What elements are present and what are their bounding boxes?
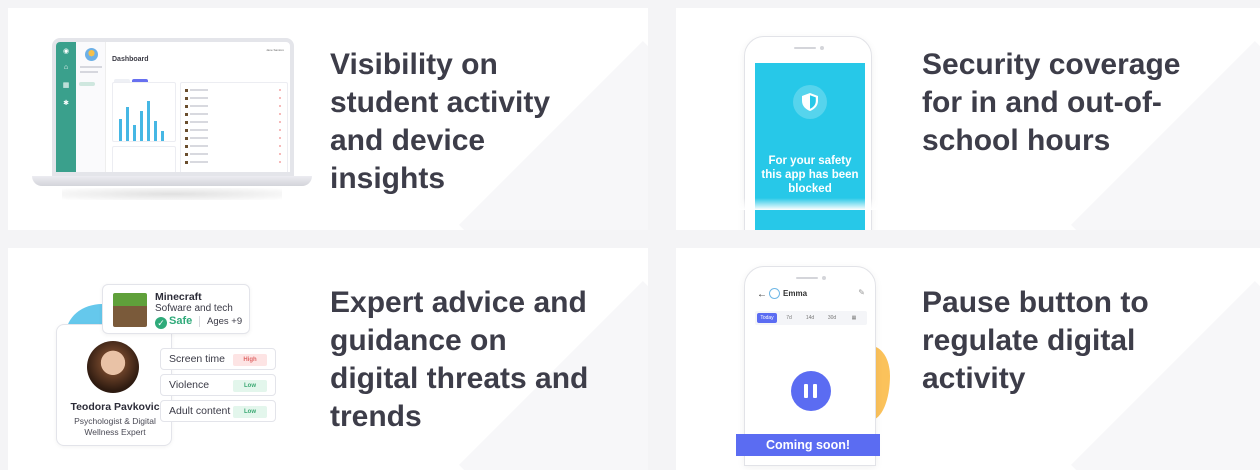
app-row — [185, 105, 281, 108]
categories-panel — [112, 146, 176, 172]
app-row — [185, 97, 281, 100]
divider — [199, 316, 200, 327]
pause-icon — [804, 384, 808, 398]
apps-panel — [180, 82, 288, 172]
rating-label: Adult content — [169, 405, 231, 417]
dashboard-screen: ◉ ⌂ ▦ ✱ Dashboard Jane Santoro — [52, 38, 294, 176]
child-name: Emma — [783, 289, 808, 298]
app-category: Sofware and tech — [155, 303, 233, 314]
back-arrow-icon[interactable]: ← — [757, 289, 767, 300]
tab-30d[interactable]: 30d — [823, 313, 841, 323]
rating-row-screen-time: Screen time High — [160, 348, 276, 370]
tab-7d[interactable]: 7d — [781, 313, 797, 323]
safety-status-label: Safe — [169, 315, 193, 327]
app-row — [185, 113, 281, 116]
rating-badge: Low — [233, 380, 267, 392]
rating-row-violence: Violence Low — [160, 374, 276, 396]
coming-soon-badge: Coming soon! — [736, 434, 880, 456]
safety-status: ✓ Safe — [155, 315, 192, 329]
phone-speaker — [796, 277, 818, 279]
range-tabs: Today 7d 14d 30d ▦ — [755, 311, 867, 325]
expert-role: Psychologist & Digital Wellness Expert — [74, 416, 156, 438]
feature-card-expert: Teodora Pavkovic Psychologist & Digital … — [8, 248, 648, 470]
tab-today[interactable]: Today — [757, 313, 777, 323]
calendar-icon[interactable]: ▦ — [847, 313, 861, 323]
app-row — [185, 89, 281, 92]
chart-bar — [140, 111, 143, 141]
app-name: Minecraft — [155, 291, 202, 303]
sidebar-active-item — [79, 82, 95, 86]
home-icon: ⌂ — [63, 64, 69, 71]
rating-badge: High — [233, 354, 267, 366]
feature-card-visibility: ◉ ⌂ ▦ ✱ Dashboard Jane Santoro Visibilit… — [8, 8, 648, 230]
child-avatar — [769, 288, 780, 299]
expert-photo — [87, 341, 139, 393]
grid-icon: ▦ — [62, 82, 70, 89]
rating-label: Violence — [169, 379, 210, 391]
feature-card-pause: ← Emma ✎ Today 7d 14d 30d ▦ Coming soon!… — [676, 248, 1260, 470]
chart-bar — [154, 121, 157, 141]
chart-bar — [133, 125, 136, 141]
app-row — [185, 153, 281, 156]
app-row — [185, 137, 281, 140]
age-rating: Ages +9 — [207, 316, 243, 327]
laptop-base — [32, 176, 312, 186]
chart-bar — [161, 131, 164, 141]
rating-label: Screen time — [169, 353, 226, 365]
laptop-shadow — [62, 188, 282, 200]
pause-icon — [813, 384, 817, 398]
phone-fade — [676, 198, 926, 210]
app-row — [185, 129, 281, 132]
laptop-illustration: ◉ ⌂ ▦ ✱ Dashboard Jane Santoro — [32, 38, 312, 214]
settings-icon: ✱ — [63, 100, 69, 107]
usage-chart-panel — [112, 82, 176, 142]
app-row — [185, 121, 281, 124]
check-circle-icon: ✓ — [155, 317, 167, 329]
phone-camera — [822, 276, 826, 280]
block-message: For your safety this app has been blocke… — [761, 155, 859, 195]
minecraft-app-icon — [113, 293, 147, 327]
app-info-card: Minecraft Sofware and tech ✓ Safe Ages +9 — [102, 284, 250, 334]
sidebar-line — [80, 71, 98, 73]
app-row — [185, 145, 281, 148]
feature-title: Security coverage for in and out-of-scho… — [922, 48, 1181, 158]
dashboard-title: Dashboard — [112, 56, 149, 63]
chart-bar — [147, 101, 150, 141]
rating-row-adult-content: Adult content Low — [160, 400, 276, 422]
edit-icon[interactable]: ✎ — [858, 288, 865, 297]
rating-badge: Low — [233, 406, 267, 418]
shield-icon — [793, 85, 827, 119]
logo-icon: ◉ — [62, 48, 70, 55]
expert-name: Teodora Pavkovic — [70, 401, 160, 413]
chart-bar — [119, 119, 122, 141]
school-avatar — [85, 48, 98, 61]
feature-title: Visibility on student activity and devic… — [330, 48, 551, 196]
dashboard-sidebar — [76, 42, 106, 172]
feature-title: Expert advice and guidance on digital th… — [330, 286, 589, 434]
expert-profile-card: Teodora Pavkovic Psychologist & Digital … — [56, 324, 172, 446]
app-row — [185, 161, 281, 164]
phone-camera — [820, 46, 824, 50]
chart-bar — [126, 107, 129, 141]
phone-speaker — [794, 47, 816, 49]
dashboard-user: Jane Santoro — [266, 48, 284, 52]
feature-card-security: For your safety this app has been blocke… — [676, 8, 1260, 230]
sidebar-line — [80, 66, 102, 68]
tab-14d[interactable]: 14d — [801, 313, 819, 323]
dashboard-nav-rail: ◉ ⌂ ▦ ✱ — [56, 42, 76, 172]
feature-title: Pause button to regulate digital activit… — [922, 286, 1149, 396]
pause-button[interactable] — [791, 371, 831, 411]
